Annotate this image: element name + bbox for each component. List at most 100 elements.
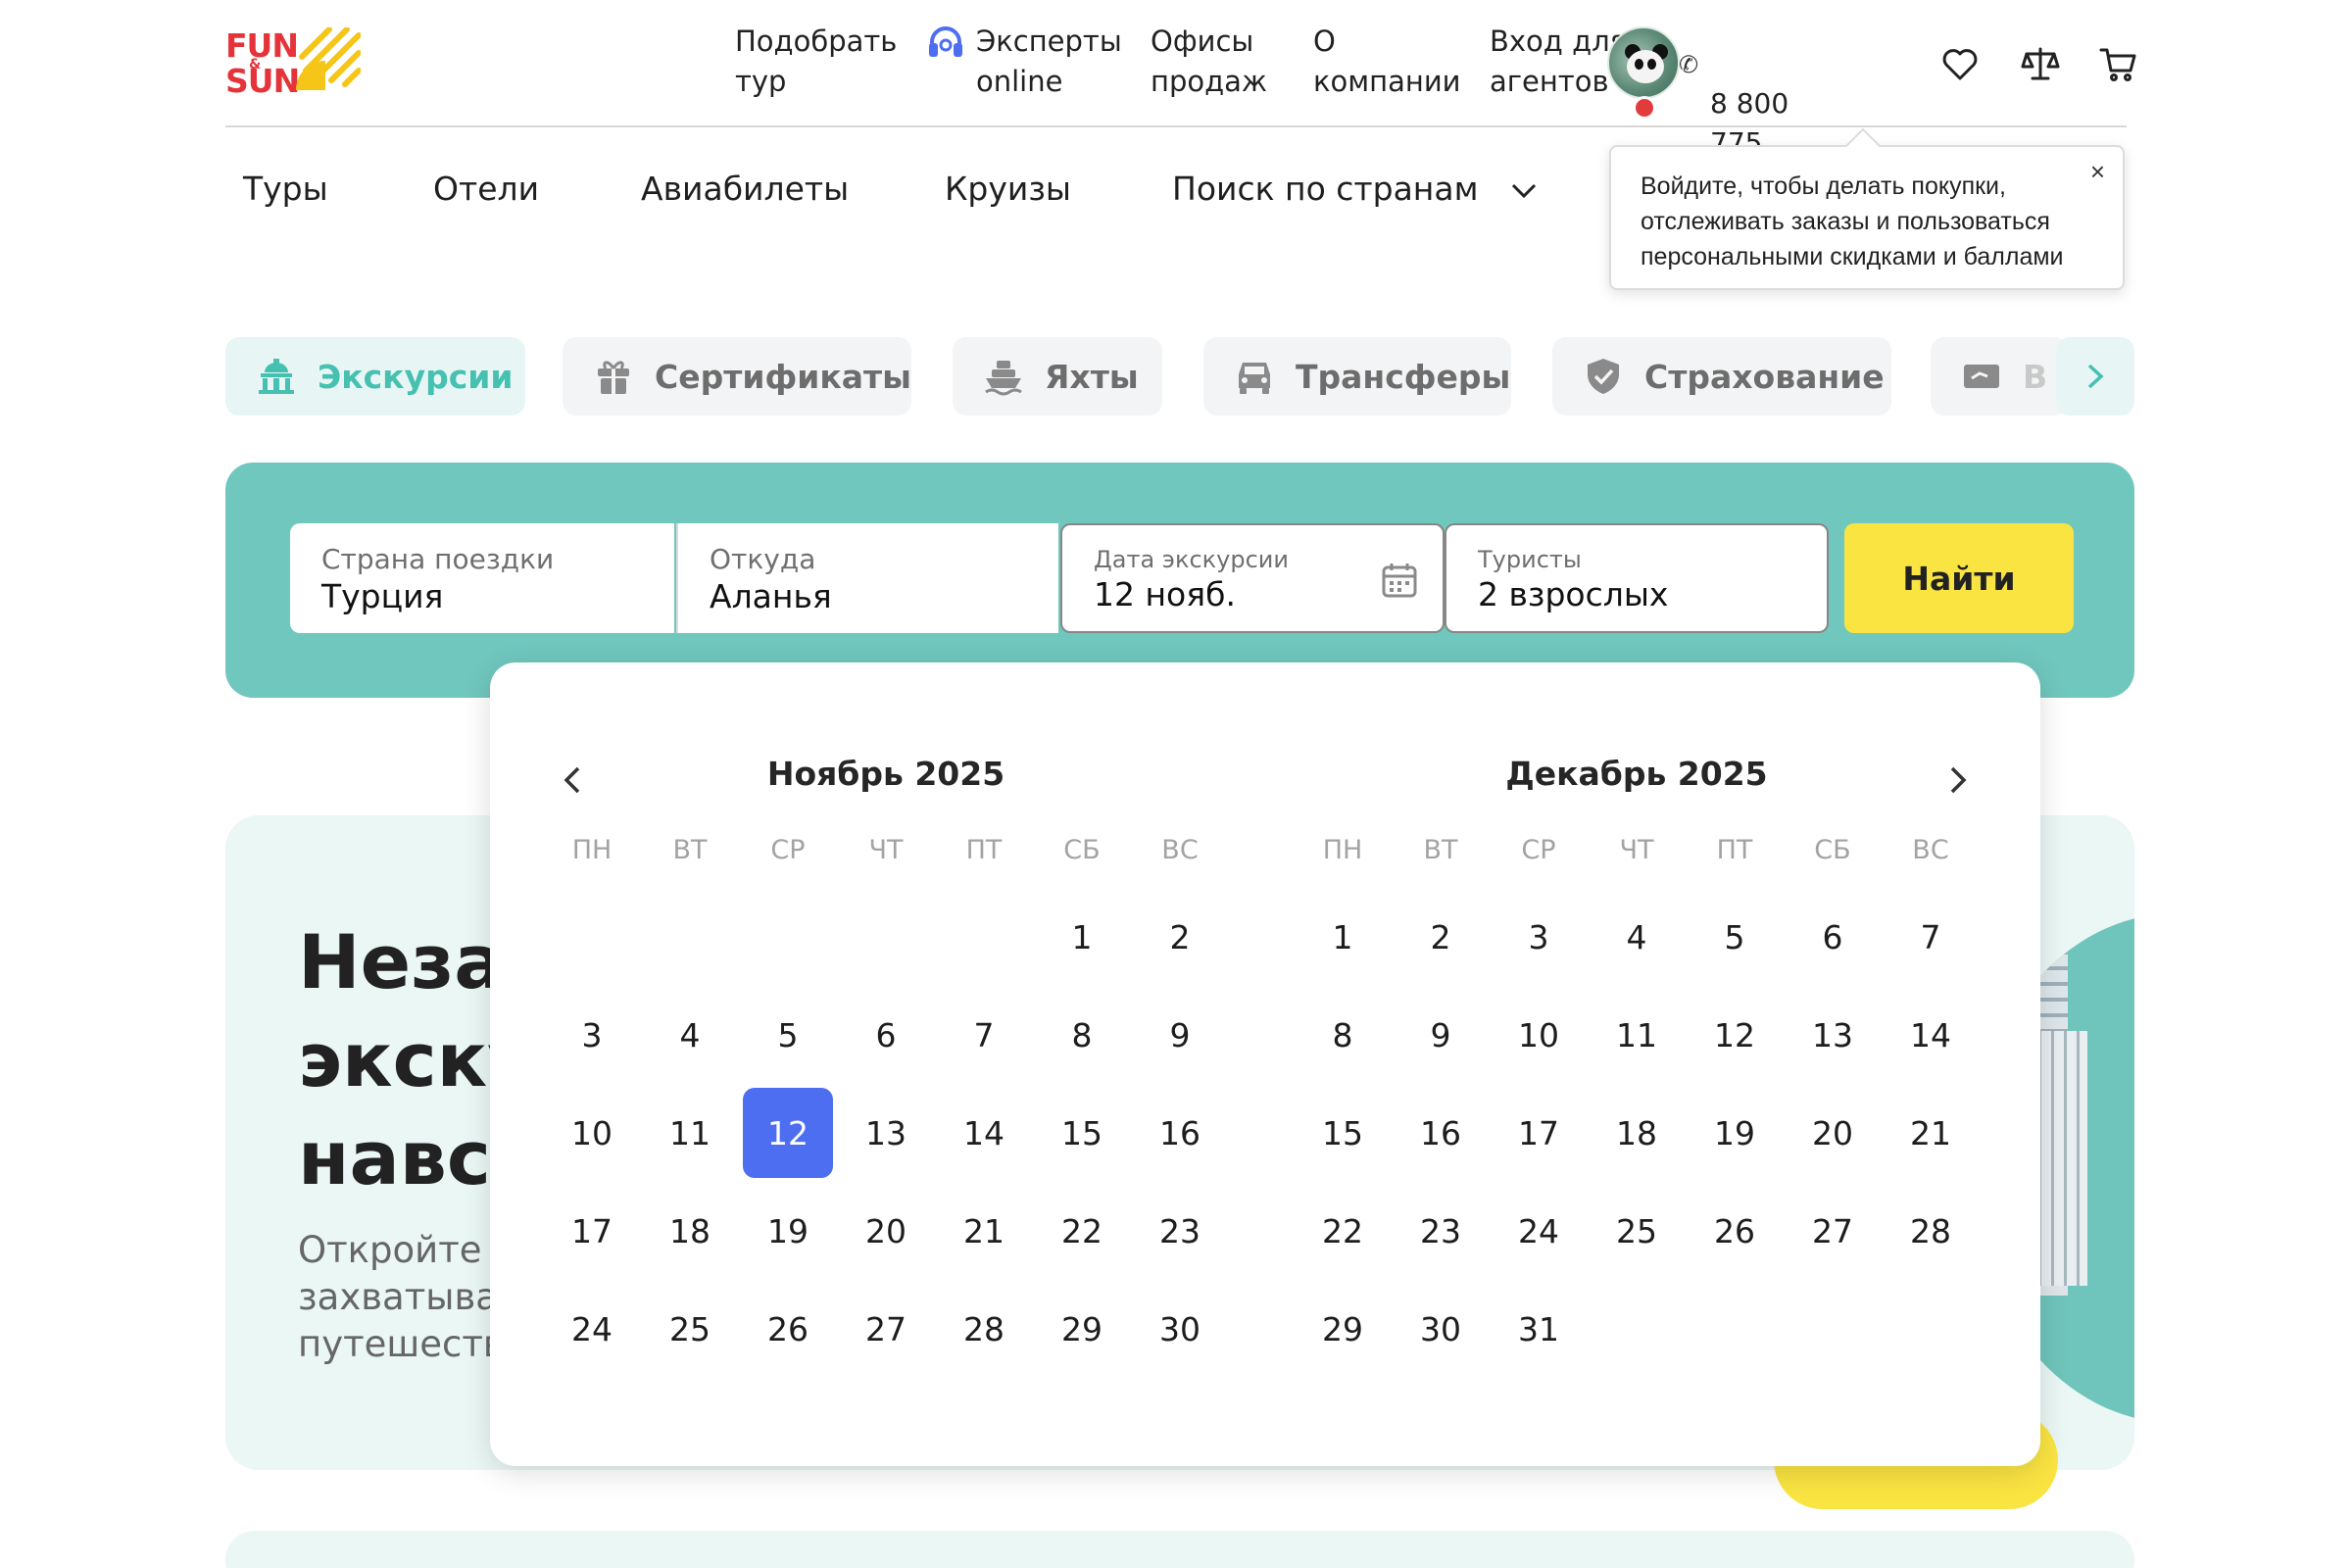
date-cell[interactable]: 18	[1588, 1084, 1686, 1182]
date-cell[interactable]: 3	[543, 986, 641, 1084]
date-cell[interactable]: 21	[935, 1182, 1033, 1280]
sun-rays-icon	[296, 27, 361, 90]
date-cell[interactable]: 2	[1392, 888, 1490, 986]
date-cell[interactable]: 5	[1686, 888, 1784, 986]
date-cell[interactable]: 7	[1882, 888, 1980, 986]
date-cell[interactable]: 13	[1784, 986, 1882, 1084]
date-cell[interactable]: 8	[1294, 986, 1392, 1084]
cart-icon[interactable]	[2099, 45, 2138, 84]
date-cell[interactable]: 15	[1294, 1084, 1392, 1182]
subnav-flights[interactable]: Авиабилеты	[641, 169, 849, 210]
date-cell[interactable]: 5	[739, 986, 837, 1084]
date-cell[interactable]: 6	[1784, 888, 1882, 986]
date-cell[interactable]: 27	[1784, 1182, 1882, 1280]
nav-about-company[interactable]: О компании	[1313, 22, 1461, 102]
date-field[interactable]: Дата экскурсии 12 нояб.	[1060, 523, 1445, 633]
date-cell[interactable]: 31	[1490, 1280, 1588, 1378]
date-cell[interactable]: 25	[641, 1280, 739, 1378]
date-cell[interactable]: 16	[1131, 1084, 1229, 1182]
month-grid: ПН ВТ СР ЧТ ПТ СБ ВС 1 2 3 4 5 6 7 8 9 10 11 12 13 14 15 16 17 1…	[1294, 825, 1980, 1378]
date-cell[interactable]: 2	[1131, 888, 1229, 986]
fun-and-sun-logo[interactable]: FUN & SUN	[225, 27, 363, 97]
country-field[interactable]: Страна поездки Турция	[290, 523, 674, 633]
country-field-label: Страна поездки	[321, 543, 555, 575]
phone-icon: ✆	[1679, 51, 1699, 78]
tab-transfers[interactable]: Трансферы	[1203, 337, 1511, 416]
weekday-header: ЧТ	[1619, 835, 1654, 865]
nav-pick-tour[interactable]: Подобрать тур	[735, 22, 897, 102]
date-cell[interactable]: 4	[641, 986, 739, 1084]
date-cell[interactable]: 12	[1686, 986, 1784, 1084]
date-cell[interactable]: 20	[1784, 1084, 1882, 1182]
date-cell[interactable]: 18	[641, 1182, 739, 1280]
date-cell[interactable]: 4	[1588, 888, 1686, 986]
landmark-icon	[259, 359, 294, 394]
yacht-icon	[985, 361, 1022, 396]
date-cell[interactable]: 24	[543, 1280, 641, 1378]
date-cell[interactable]: 19	[739, 1182, 837, 1280]
date-cell[interactable]: 23	[1131, 1182, 1229, 1280]
tab-certificates[interactable]: Сертификаты	[563, 337, 911, 416]
find-button[interactable]: Найти	[1844, 523, 2074, 633]
date-cell[interactable]: 22	[1033, 1182, 1131, 1280]
tab-insurance[interactable]: Страхование	[1552, 337, 1891, 416]
subnav-tours[interactable]: Туры	[243, 169, 328, 210]
date-cell[interactable]: 27	[837, 1280, 935, 1378]
tourists-field[interactable]: Туристы 2 взрослых	[1445, 523, 1829, 633]
compare-scales-icon[interactable]	[2021, 45, 2060, 84]
tab-excursions[interactable]: Экскурсии	[225, 337, 525, 416]
departure-field[interactable]: Откуда Аланья	[676, 523, 1058, 633]
date-cell[interactable]: 14	[935, 1084, 1033, 1182]
date-cell[interactable]: 22	[1294, 1182, 1392, 1280]
date-cell[interactable]: 11	[1588, 986, 1686, 1084]
chips-scroll-right-button[interactable]	[2056, 337, 2134, 416]
date-cell[interactable]: 7	[935, 986, 1033, 1084]
heart-icon[interactable]	[1940, 45, 1980, 84]
selected-date-cell[interactable]: 12	[739, 1084, 837, 1182]
tab-yachts[interactable]: Яхты	[953, 337, 1162, 416]
date-cell[interactable]: 9	[1131, 986, 1229, 1084]
subnav-cruises[interactable]: Круизы	[945, 169, 1071, 210]
date-cell[interactable]: 25	[1588, 1182, 1686, 1280]
date-cell[interactable]: 29	[1033, 1280, 1131, 1378]
date-cell[interactable]: 21	[1882, 1084, 1980, 1182]
date-cell[interactable]: 30	[1131, 1280, 1229, 1378]
subnav-hotels[interactable]: Отели	[433, 169, 539, 210]
date-cell[interactable]: 14	[1882, 986, 1980, 1084]
date-cell[interactable]: 28	[935, 1280, 1033, 1378]
date-cell[interactable]: 17	[543, 1182, 641, 1280]
date-cell[interactable]: 1	[1294, 888, 1392, 986]
user-avatar[interactable]	[1607, 26, 1680, 99]
date-cell[interactable]: 24	[1490, 1182, 1588, 1280]
date-cell[interactable]: 17	[1490, 1084, 1588, 1182]
date-cell[interactable]: 10	[543, 1084, 641, 1182]
nav-sales-offices[interactable]: Офисы продаж	[1151, 22, 1267, 102]
date-cell[interactable]: 30	[1392, 1280, 1490, 1378]
close-icon[interactable]: ×	[2090, 159, 2105, 184]
date-cell[interactable]: 10	[1490, 986, 1588, 1084]
panda-eye-left	[1635, 59, 1643, 70]
date-cell[interactable]: 29	[1294, 1280, 1392, 1378]
date-cell[interactable]: 3	[1490, 888, 1588, 986]
date-cell[interactable]: 15	[1033, 1084, 1131, 1182]
date-cell[interactable]: 19	[1686, 1084, 1784, 1182]
tooltip-text: Войдите, чтобы делать покупки, отслежива…	[1641, 172, 2064, 270]
subnav-hotels-label: Отели	[433, 170, 540, 208]
subnav-search-countries[interactable]: Поиск по странам	[1172, 169, 1538, 210]
date-cell[interactable]: 16	[1392, 1084, 1490, 1182]
date-cell[interactable]: 23	[1392, 1182, 1490, 1280]
tab-more[interactable]: В	[1931, 337, 2068, 416]
date-cell[interactable]: 20	[837, 1182, 935, 1280]
nav-experts-online[interactable]: Эксперты online	[929, 22, 1122, 102]
date-cell[interactable]: 28	[1882, 1182, 1980, 1280]
date-cell[interactable]: 13	[837, 1084, 935, 1182]
nav-experts-label: Эксперты online	[976, 24, 1122, 98]
date-cell[interactable]: 26	[1686, 1182, 1784, 1280]
date-cell[interactable]: 6	[837, 986, 935, 1084]
date-cell[interactable]: 26	[739, 1280, 837, 1378]
date-cell[interactable]: 9	[1392, 986, 1490, 1084]
date-cell[interactable]: 1	[1033, 888, 1131, 986]
date-cell[interactable]: 8	[1033, 986, 1131, 1084]
date-cell[interactable]: 11	[641, 1084, 739, 1182]
chevron-right-icon	[2087, 364, 2104, 389]
